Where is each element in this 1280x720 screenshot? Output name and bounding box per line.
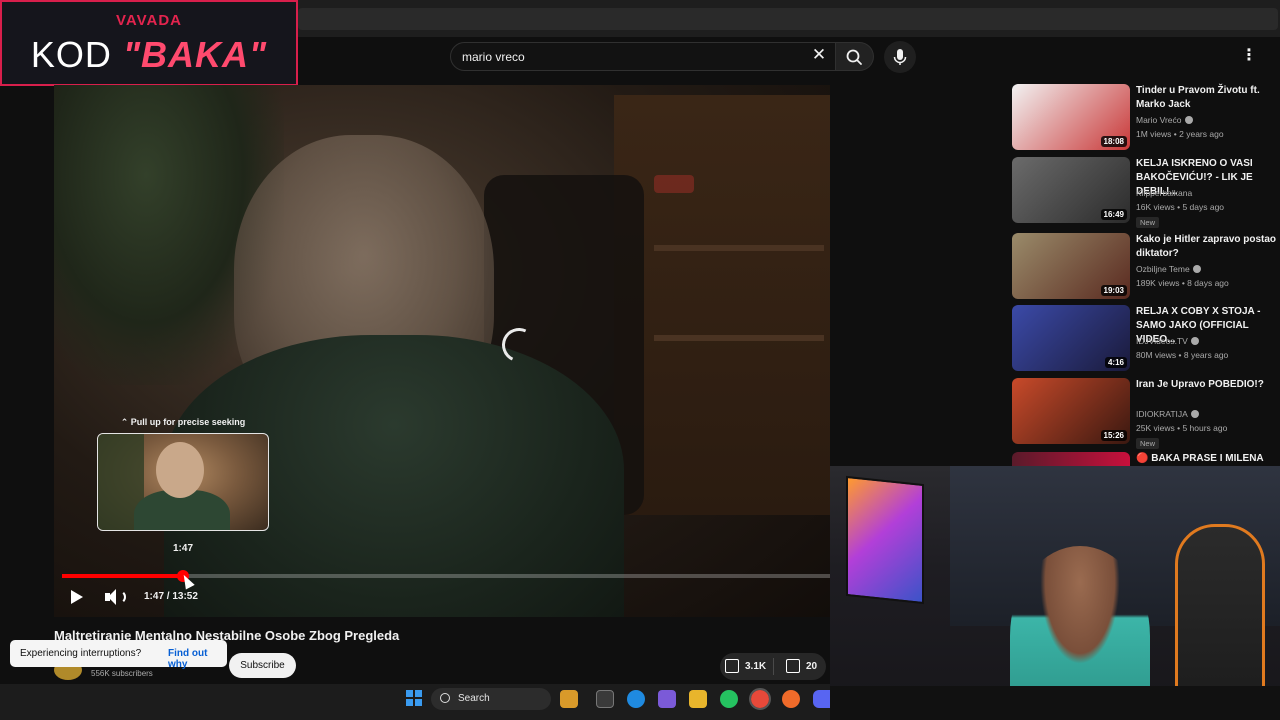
video-frame-background <box>614 95 830 515</box>
verified-badge-icon <box>1190 337 1199 345</box>
recommendation-channel[interactable]: Klipperbalkana <box>1136 188 1192 198</box>
recommendation-item[interactable]: 15:26 Iran Je Upravo POBEDIO!? IDIOKRATIJA… <box>1012 378 1280 449</box>
video-duration-badge: 19:03 <box>1100 285 1127 296</box>
video-frame-shelf <box>654 245 824 251</box>
channel-name: Klipperbalkana <box>1136 188 1193 198</box>
recommendation-channel[interactable]: IDJVideos.TV <box>1136 336 1199 346</box>
recommendation-meta: 189K views • 8 days ago <box>1136 278 1229 288</box>
recommendation-title[interactable]: Kako je Hitler zapravo postao diktator? <box>1136 233 1280 261</box>
like-count[interactable]: 3.1K <box>745 661 766 672</box>
close-icon[interactable]: ✕ <box>811 46 827 63</box>
find-out-why-link[interactable]: Find out why <box>168 648 227 670</box>
subscribe-button[interactable]: Subscribe <box>229 653 296 678</box>
play-button[interactable] <box>66 587 88 607</box>
copilot-icon[interactable] <box>658 690 676 708</box>
subscriber-count: 556K subscribers <box>91 669 153 678</box>
channel-name: IDIOKRATIJA <box>1136 409 1188 419</box>
more-options-icon[interactable]: ⋮ <box>1240 46 1258 66</box>
seek-preview-time: 1:47 <box>172 543 193 554</box>
sponsor-brand: VAVADA <box>116 12 182 29</box>
firefox-icon[interactable] <box>782 690 800 708</box>
webcam-desk <box>830 686 1280 720</box>
seek-preview-thumbnail <box>97 433 269 531</box>
verified-badge-icon <box>1184 116 1193 124</box>
search-input[interactable]: mario vreco <box>450 42 836 71</box>
task-view-icon[interactable] <box>596 690 614 708</box>
video-duration-badge: 16:49 <box>1100 209 1127 220</box>
taskbar-search-label: Search <box>458 693 490 704</box>
new-badge: New <box>1136 438 1160 449</box>
video-frame-shelf <box>654 335 824 341</box>
discord-icon[interactable] <box>813 690 830 708</box>
recommendation-meta: 80M views • 8 years ago <box>1136 350 1229 360</box>
video-frame-light <box>654 175 694 193</box>
voice-search-button[interactable] <box>884 41 916 73</box>
search-button[interactable] <box>836 42 874 71</box>
recommendation-item[interactable]: 16:49 KELJA ISKRENO O VASI BAKOČEVIĆU!? -… <box>1012 157 1280 228</box>
webcam-tv <box>846 475 924 605</box>
video-player[interactable] <box>54 85 830 617</box>
windows-start-icon[interactable] <box>406 690 422 706</box>
microphone-icon <box>893 49 907 65</box>
taskbar-app-icon[interactable] <box>560 690 578 708</box>
progress-bar-played <box>62 574 183 578</box>
recommendation-channel[interactable]: Ozbiljne Teme <box>1136 264 1201 274</box>
time-display: 1:47 / 13:52 <box>144 591 198 602</box>
toast-message: Experiencing interruptions? <box>20 648 142 659</box>
recommendation-item[interactable]: 🔴 BAKA PRASE I MILENA <box>1012 452 1280 466</box>
search-icon <box>846 49 862 65</box>
recommendation-thumbnail[interactable]: 19:03 <box>1012 233 1130 299</box>
dislike-count[interactable]: 20 <box>806 661 817 672</box>
video-duration-badge: 18:08 <box>1100 136 1127 147</box>
edge-browser-icon[interactable] <box>627 690 645 708</box>
search-input-value: mario vreco <box>462 50 525 64</box>
recommendation-item[interactable]: 19:03 Kako je Hitler zapravo postao dikta… <box>1012 233 1280 299</box>
thumbs-up-icon[interactable] <box>725 659 739 673</box>
recommendation-channel[interactable]: Mario Vrećo <box>1136 115 1193 125</box>
new-badge: New <box>1136 217 1160 228</box>
recommendation-item[interactable]: 18:08 Tinder u Pravom Životu ft. Marko Ja… <box>1012 84 1280 150</box>
recommendation-title[interactable]: 🔴 BAKA PRASE I MILENA <box>1136 453 1280 465</box>
sponsor-code-prefix: KOD <box>30 34 123 75</box>
recommendation-meta: 16K views • 5 days ago <box>1136 202 1225 212</box>
recommendation-thumbnail[interactable]: 18:08 <box>1012 84 1130 150</box>
sponsor-code: KOD "BAKA" <box>2 34 296 76</box>
video-duration-badge: 15:26 <box>1100 430 1127 441</box>
recommendation-item[interactable]: 4:16 RELJA X COBY X STOJA - SAMO JAKO (OF… <box>1012 305 1280 371</box>
recommendation-thumbnail[interactable]: 4:16 <box>1012 305 1130 371</box>
chrome-browser-icon[interactable] <box>749 688 771 710</box>
preview-person-face <box>156 442 204 498</box>
recommendation-title[interactable]: Iran Je Upravo POBEDIO!? <box>1136 378 1280 392</box>
recommendation-thumbnail[interactable]: 15:26 <box>1012 378 1130 444</box>
channel-name: IDJVideos.TV <box>1136 336 1188 346</box>
browser-tab-strip[interactable] <box>298 8 1278 30</box>
verified-badge-icon <box>1192 265 1201 273</box>
sponsor-code-highlight: "BAKA" <box>122 34 268 75</box>
taskbar-search-icon <box>440 693 450 703</box>
recommendation-thumbnail[interactable]: 16:49 <box>1012 157 1130 223</box>
interruption-toast: Experiencing interruptions? Find out why <box>10 640 227 670</box>
recommendation-meta: 1M views • 2 years ago <box>1136 129 1224 139</box>
recommendation-meta: 25K views • 5 hours ago <box>1136 423 1228 433</box>
video-duration-badge: 4:16 <box>1104 357 1127 368</box>
file-explorer-icon[interactable] <box>689 690 707 708</box>
recommendation-title[interactable]: Tinder u Pravom Životu ft. Marko Jack <box>1136 84 1280 112</box>
recommendation-thumbnail[interactable] <box>1012 452 1130 466</box>
like-divider <box>773 658 774 675</box>
recommendation-channel[interactable]: IDIOKRATIJA <box>1136 409 1199 419</box>
verified-badge-icon <box>1190 410 1199 418</box>
sponsor-overlay: VAVADA KOD "BAKA" <box>0 0 298 86</box>
whatsapp-icon[interactable] <box>720 690 738 708</box>
streamer-webcam <box>830 466 1280 720</box>
channel-name: Mario Vrećo <box>1136 115 1182 125</box>
thumbs-down-icon[interactable] <box>786 659 800 673</box>
seek-hint: ⌃ Pull up for precise seeking <box>120 417 246 427</box>
channel-name: Ozbiljne Teme <box>1136 264 1190 274</box>
